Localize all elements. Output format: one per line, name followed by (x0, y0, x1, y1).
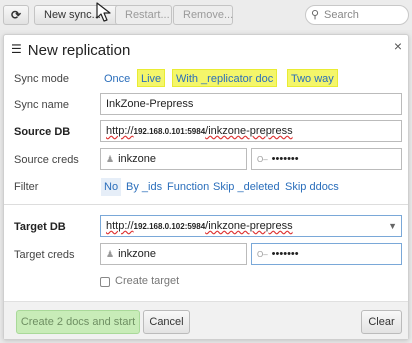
source-db-field[interactable]: http://192.168.0.101:5984/inkzone-prepre… (100, 120, 402, 142)
sync-mode-live[interactable]: Live (137, 69, 166, 87)
source-db-label: Source DB (14, 126, 71, 138)
create-target-label: Create target (115, 275, 180, 287)
key-icon: O– (257, 250, 268, 259)
search-placeholder: Search (324, 9, 359, 21)
search-input[interactable]: ⚲ Search (305, 5, 409, 25)
remove-button[interactable]: Remove... (173, 5, 233, 25)
refresh-button[interactable]: ⟳ (3, 5, 29, 25)
key-icon: O– (257, 155, 268, 164)
dialog-footer: Create 2 docs and start Cancel Clear (4, 301, 408, 339)
filter-no[interactable]: No (101, 178, 122, 196)
menu-icon[interactable]: ☰ (11, 42, 22, 56)
target-creds-label: Target creds (14, 249, 75, 261)
source-password-field[interactable]: O– ••••••• (251, 148, 402, 170)
target-db-field[interactable]: http://192.168.0.102:5984/inkzone-prepre… (100, 215, 402, 237)
close-icon[interactable]: × (394, 38, 402, 54)
create-and-start-button[interactable]: Create 2 docs and start (16, 310, 140, 334)
source-user-field[interactable]: ♟ inkzone (100, 148, 247, 170)
filter-by-ids[interactable]: By _ids (123, 178, 165, 196)
sync-mode-once[interactable]: Once (101, 70, 133, 88)
filter-function[interactable]: Function (164, 178, 212, 196)
sync-name-field[interactable]: InkZone-Prepress (100, 93, 402, 115)
filter-label: Filter (14, 181, 39, 193)
target-password-field[interactable]: O– ••••••• (251, 243, 402, 265)
cancel-button[interactable]: Cancel (143, 310, 190, 334)
sync-mode-two-way[interactable]: Two way (287, 69, 338, 87)
create-target-checkbox[interactable] (100, 277, 110, 287)
chevron-down-icon[interactable]: ▼ (388, 216, 397, 236)
section-divider (4, 204, 408, 205)
dialog-title: ☰ New replication (11, 42, 131, 59)
restart-button[interactable]: Restart... (115, 5, 172, 25)
sync-name-label: Sync name (14, 99, 70, 111)
source-creds-label: Source creds (14, 154, 79, 166)
sync-mode-with-replicator-doc[interactable]: With _replicator doc (172, 69, 278, 87)
clear-button[interactable]: Clear (361, 310, 402, 334)
new-replication-dialog: ☰ New replication × Sync mode Once Live W… (3, 34, 409, 340)
filter-skip-deleted[interactable]: Skip _deleted (210, 178, 283, 196)
user-icon: ♟ (106, 154, 115, 164)
target-db-label: Target DB (14, 221, 66, 233)
filter-skip-ddocs[interactable]: Skip ddocs (282, 178, 342, 196)
target-user-field[interactable]: ♟ inkzone (100, 243, 247, 265)
refresh-icon: ⟳ (10, 8, 22, 22)
mouse-cursor-icon (96, 2, 111, 22)
user-icon: ♟ (106, 249, 115, 259)
sync-mode-label: Sync mode (14, 73, 70, 85)
search-icon: ⚲ (311, 9, 320, 21)
toolbar: ⟳ New sync... Restart... Remove... ⚲ Sea… (0, 0, 412, 30)
